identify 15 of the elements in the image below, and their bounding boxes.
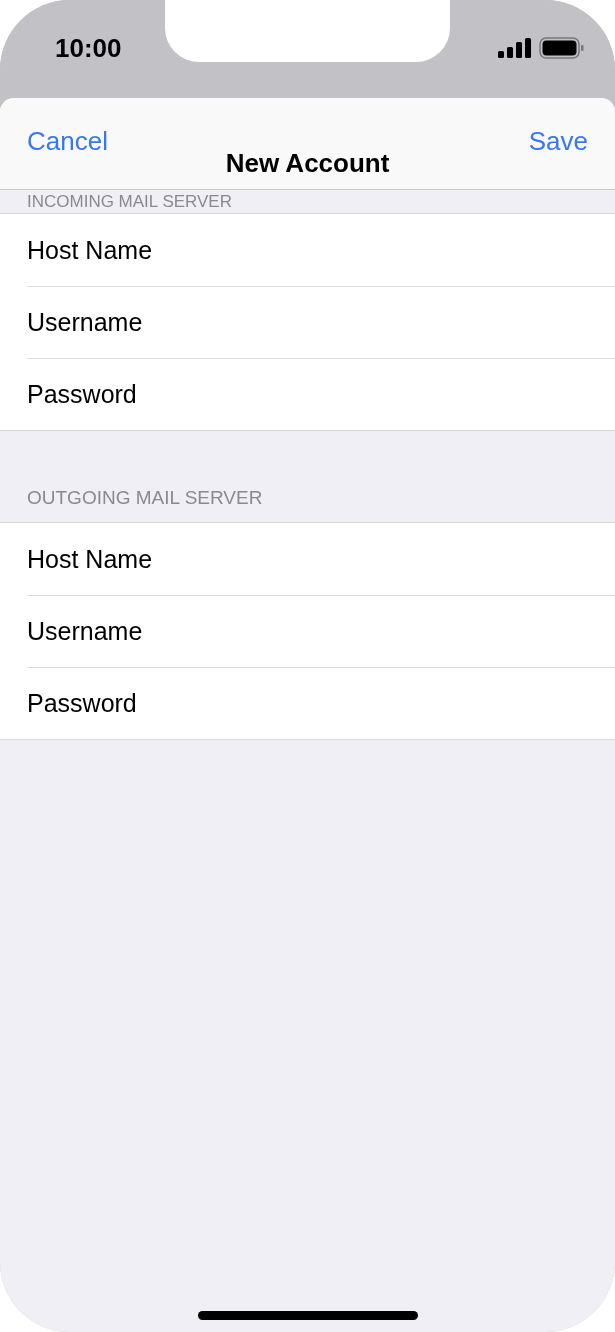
section-header: INCOMING MAIL SERVER <box>27 191 232 212</box>
save-button[interactable]: Save <box>528 126 588 157</box>
field-label[interactable]: Password <box>27 380 137 409</box>
field-label[interactable]: Username <box>27 617 143 646</box>
cancel-button[interactable]: Cancel <box>27 126 108 157</box>
field-label[interactable]: Password <box>27 689 137 718</box>
signal-icon <box>498 38 531 58</box>
status-time: 10:00 <box>55 33 122 64</box>
section-header: OUTGOING MAIL SERVER <box>27 487 263 509</box>
field-label[interactable]: Host Name <box>27 235 153 265</box>
field-label[interactable]: Username <box>27 308 143 337</box>
battery-icon <box>539 37 584 59</box>
field-label[interactable]: Host Name <box>27 544 153 574</box>
home-indicator[interactable] <box>198 1311 418 1320</box>
nav-title: New Account <box>225 148 390 179</box>
